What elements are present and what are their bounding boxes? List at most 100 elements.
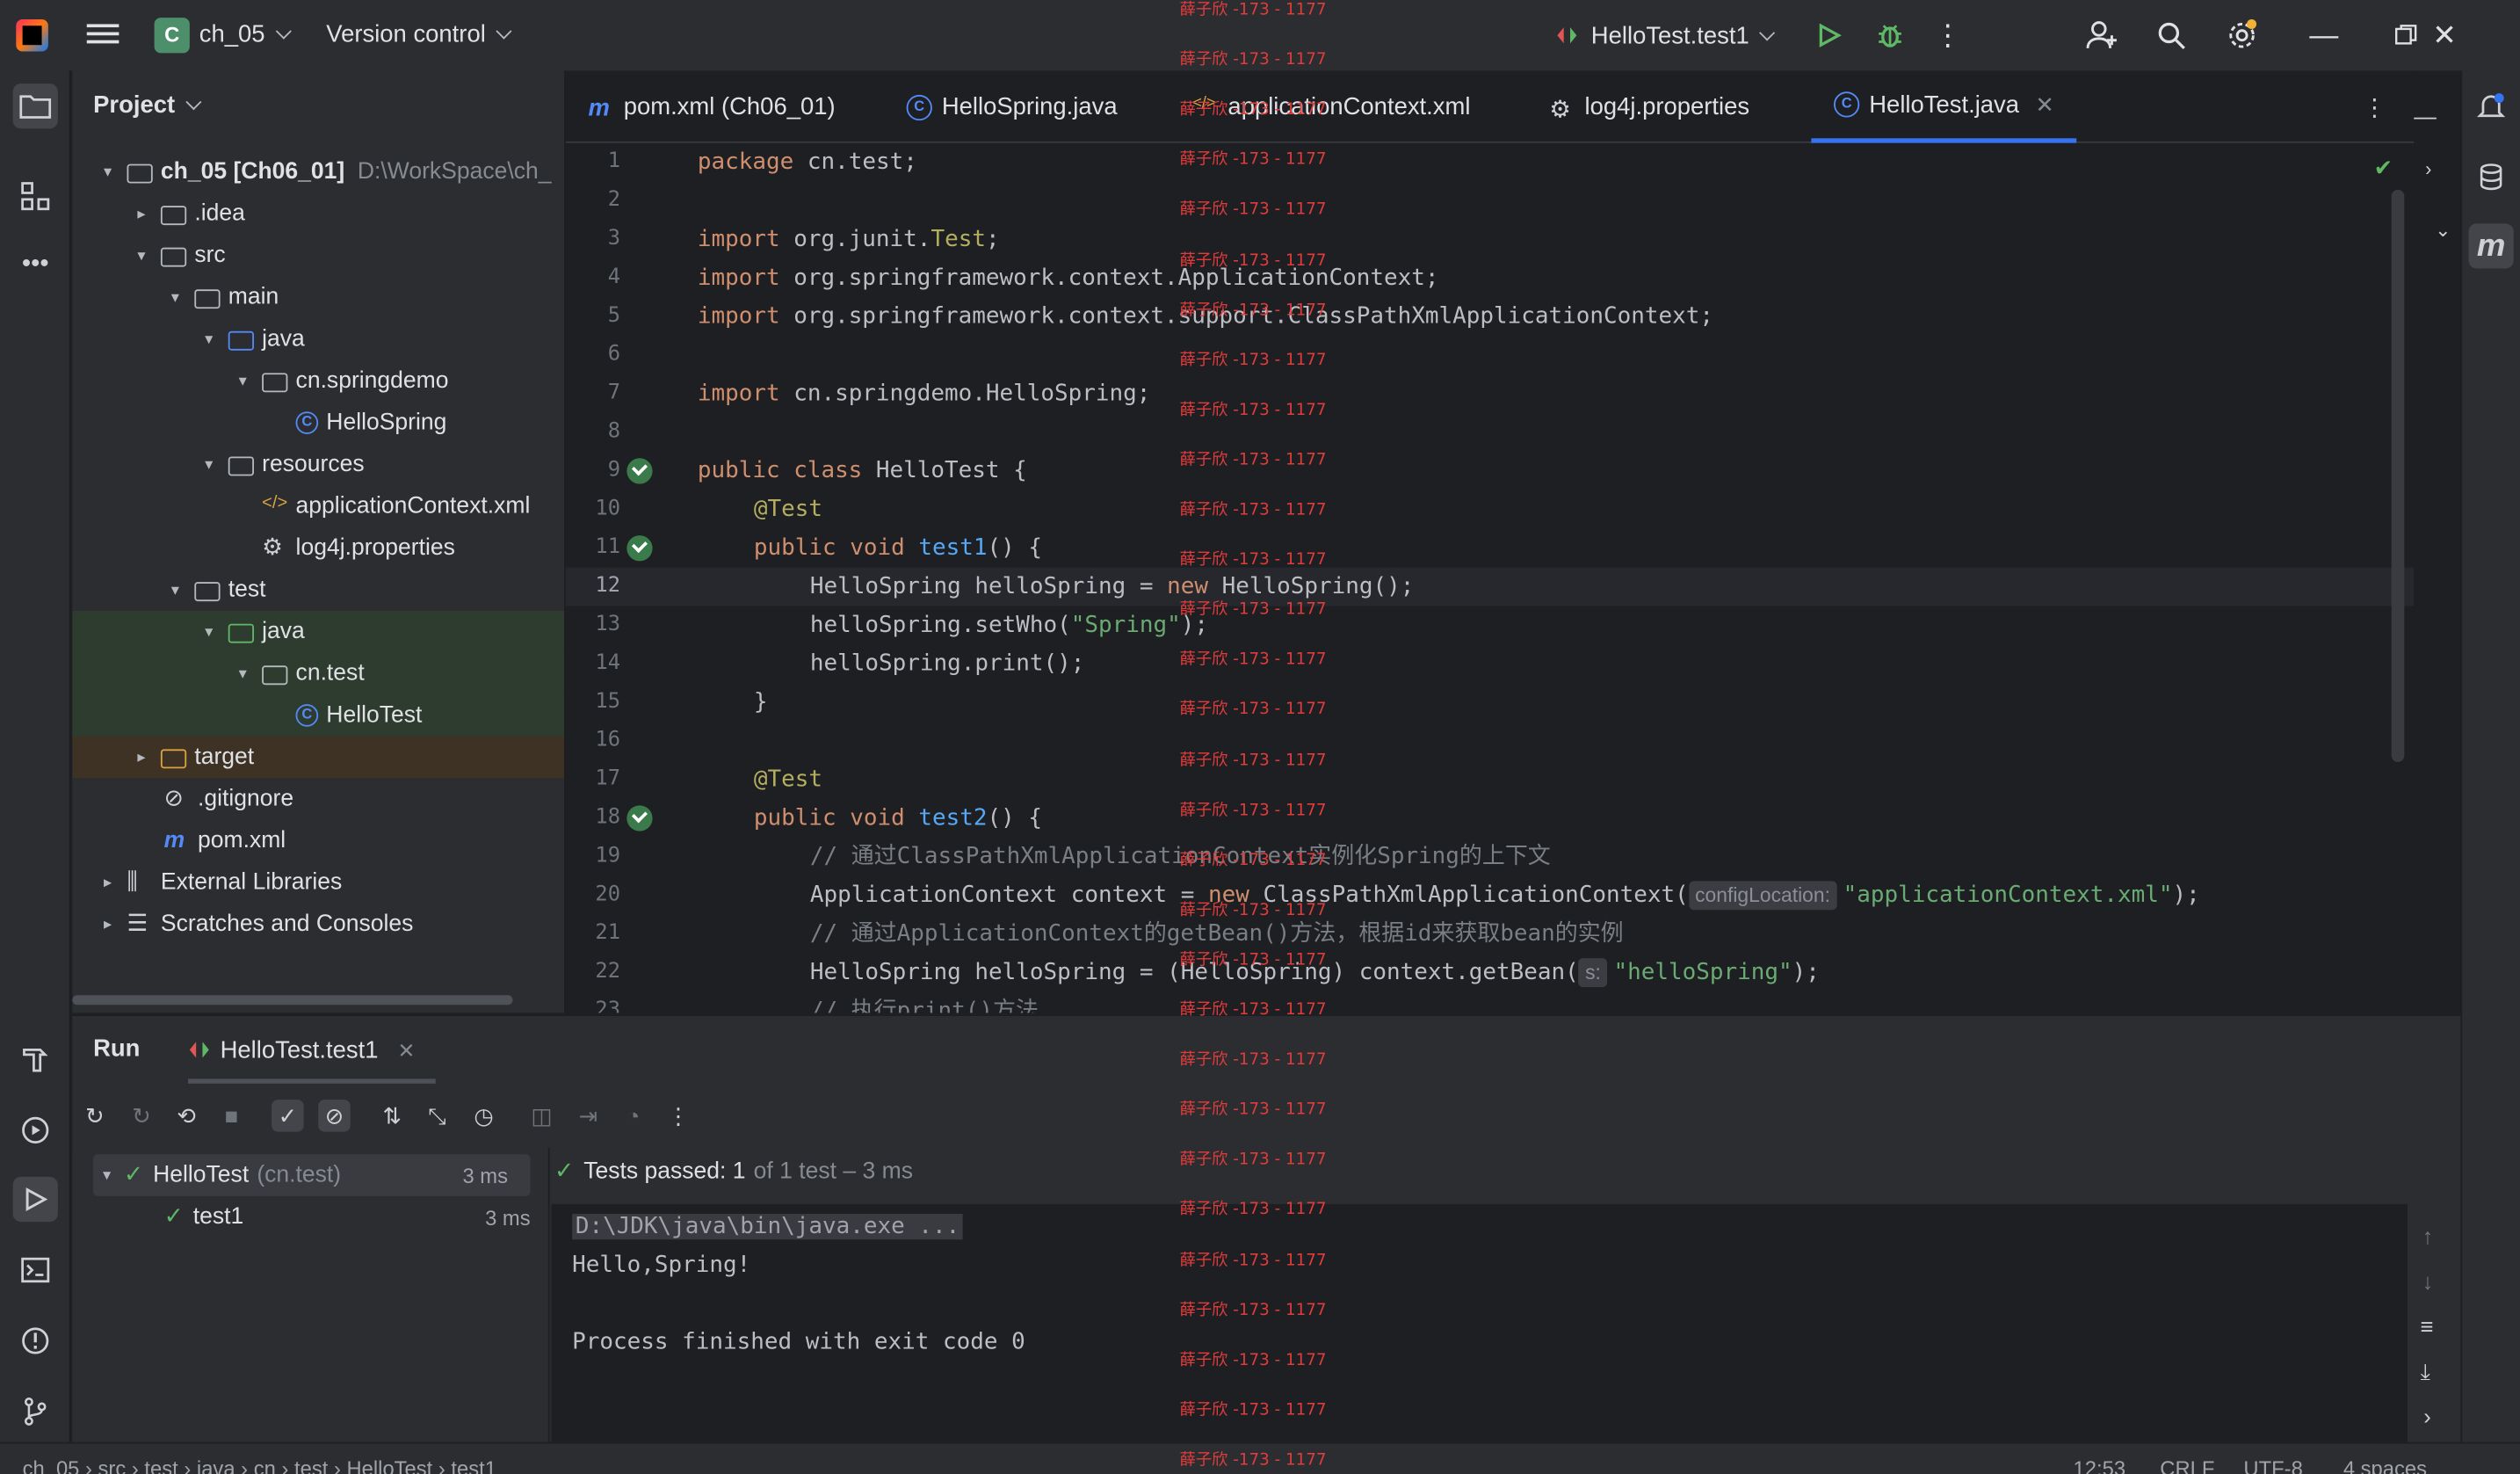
camera-icon[interactable]: ◫ (525, 1100, 558, 1132)
toggle-auto-test-icon[interactable]: ⟲ (170, 1100, 203, 1132)
more-options-icon[interactable]: ⋮ (663, 1100, 695, 1132)
tree-item-cn-springdemo[interactable]: ▾ cn.springdemo (72, 360, 564, 403)
breadcrumb-item[interactable]: test1 (451, 1456, 496, 1474)
settings-gear-icon[interactable] (2224, 18, 2259, 53)
breadcrumb-item[interactable]: HelloTest (346, 1456, 432, 1474)
project-panel-title[interactable]: Project (93, 91, 202, 119)
caret-position[interactable]: 12:53 (2074, 1456, 2126, 1474)
tab-pom[interactable]: m pom.xml (Ch06_01) (588, 70, 835, 142)
history-clock-icon[interactable]: ◷ (467, 1100, 500, 1132)
sort-icon[interactable]: ⇅ (376, 1100, 409, 1132)
breadcrumb-item[interactable]: cn (254, 1456, 276, 1474)
intellij-logo-icon[interactable] (16, 18, 48, 52)
run-tab[interactable]: HelloTest.test1 ✕ (188, 1035, 415, 1064)
tree-item-resources[interactable]: ▾ resources (72, 444, 564, 486)
test-row-test1[interactable]: ✓ test1 3 ms (164, 1196, 531, 1238)
breadcrumb-item[interactable]: ch_05 (23, 1456, 80, 1474)
tree-item-test[interactable]: ▾ test (72, 570, 564, 612)
tree-item-log4j[interactable]: ⚙ log4j.properties (72, 527, 564, 570)
minimize-panel-icon[interactable]: — (2414, 103, 2437, 128)
run-icon[interactable] (1811, 18, 1846, 53)
terminal-icon[interactable] (13, 1247, 58, 1292)
editor-scrollbar[interactable] (2391, 189, 2405, 762)
show-passed-icon[interactable]: ✓ (272, 1100, 304, 1132)
indent-setting[interactable]: 4 spaces (2343, 1456, 2427, 1474)
soft-wrap-icon[interactable]: ≡ (2421, 1313, 2434, 1339)
line-separator[interactable]: CRLF (2160, 1456, 2214, 1474)
git-branch-icon[interactable] (13, 1389, 58, 1434)
tab-hellotest[interactable]: C HelloTest.java ✕ (1811, 70, 2077, 143)
arrow-down-icon[interactable]: ↓ (2422, 1268, 2433, 1294)
close-tab-icon[interactable]: ✕ (398, 1039, 416, 1063)
more-tools-icon[interactable]: ••• (13, 243, 58, 287)
version-control-menu[interactable]: Version control (326, 21, 512, 48)
breadcrumb-item[interactable]: test (144, 1456, 177, 1474)
tab-options-icon[interactable]: ⋮ (2363, 70, 2386, 142)
structure-icon[interactable] (13, 174, 58, 219)
show-ignored-icon[interactable]: ⊘ (318, 1100, 351, 1132)
search-icon[interactable] (2154, 18, 2189, 53)
tree-item-main-java[interactable]: ▾ java (72, 318, 564, 360)
collapse-all-icon[interactable]: ⤡ (421, 1100, 453, 1132)
rerun-failed-icon[interactable]: ↻ (126, 1100, 158, 1132)
more-actions-icon[interactable]: ⋮ (1930, 18, 1966, 53)
code-editor[interactable]: 1 package cn.test; 2 3 import org.junit.Te… (565, 142, 2415, 1013)
project-scrollbar[interactable] (72, 995, 513, 1006)
tree-item-gitignore[interactable]: ⊘ .gitignore (72, 778, 564, 820)
tree-item-scratches[interactable]: ▸ ☰ Scratches and Consoles (72, 904, 564, 946)
run-gutter-icon[interactable] (626, 805, 653, 831)
import-tests-icon[interactable]: ⇥ (572, 1100, 605, 1132)
arrow-up-icon[interactable]: ↑ (2422, 1223, 2433, 1249)
stop-icon[interactable]: ■ (215, 1100, 248, 1132)
tab-log4j[interactable]: ⚙ log4j.properties (1549, 70, 1749, 142)
add-user-icon[interactable] (2084, 18, 2119, 53)
console-output[interactable]: D:\JDK\java\bin\java.exe ... Hello,Sprin… (551, 1203, 2408, 1444)
tree-item-target[interactable]: ▸ target (72, 736, 565, 779)
file-encoding[interactable]: UTF-8 (2243, 1456, 2302, 1474)
breadcrumb-item[interactable]: src (98, 1456, 127, 1474)
tree-item-test-java[interactable]: ▾ java (72, 611, 565, 653)
tree-item-pom[interactable]: m pom.xml (72, 820, 564, 862)
close-window-icon[interactable]: ✕ (2427, 18, 2462, 53)
breadcrumb-item[interactable]: test (294, 1456, 328, 1474)
close-tab-icon[interactable]: ✕ (2035, 91, 2053, 118)
chevron-right-icon[interactable]: › (2425, 157, 2431, 180)
run-config-selector[interactable]: HelloTest.test1 (1556, 21, 1776, 50)
breadcrumb-item[interactable]: java (197, 1456, 235, 1474)
database-icon[interactable] (2468, 155, 2513, 200)
tree-item-root[interactable]: ▾ ch_05 [Ch06_01] D:\WorkSpace\ch_ (72, 151, 564, 193)
services-icon[interactable] (13, 1107, 58, 1152)
no-problems-check-icon[interactable]: ✔ (2374, 155, 2393, 182)
debug-icon[interactable] (1872, 18, 1908, 53)
restore-icon[interactable] (2388, 18, 2423, 53)
minimize-icon[interactable]: — (2306, 18, 2342, 53)
coverage-icon[interactable]: ◔ (617, 1100, 649, 1132)
tree-item-src[interactable]: ▾ src (72, 235, 564, 277)
problems-icon[interactable] (13, 1318, 58, 1363)
run-tool-icon[interactable] (12, 1176, 58, 1223)
tree-item-hellotest[interactable]: C HelloTest (72, 694, 565, 737)
tree-item-cn-test[interactable]: ▾ cn.test (72, 652, 565, 695)
tree-item-idea[interactable]: ▸ .idea (72, 192, 564, 235)
project-switcher[interactable]: ch_05 (199, 21, 292, 48)
tree-item-external-libraries[interactable]: ▸ ⫼ External Libraries (72, 861, 564, 904)
run-gutter-icon[interactable] (626, 535, 653, 562)
run-gutter-icon[interactable] (626, 458, 653, 484)
project-badge[interactable]: C (154, 18, 190, 54)
tree-item-applicationcontext[interactable]: </> applicationContext.xml (72, 485, 564, 527)
tab-hellospring[interactable]: C HelloSpring.java (906, 70, 1118, 142)
test-row-hellotest[interactable]: ▾ ✓ HelloTest (cn.test) 3 ms (93, 1154, 531, 1196)
watermark-text: 薛子欣 -173 - 1177 (1179, 1, 1327, 19)
chevron-down-icon[interactable]: ⌄ (2435, 219, 2451, 242)
build-hammer-icon[interactable] (13, 1037, 58, 1082)
console-command[interactable]: D:\JDK\java\bin\java.exe ... (572, 1213, 963, 1240)
maven-icon[interactable]: m (2468, 223, 2514, 269)
rerun-icon[interactable]: ↻ (79, 1100, 112, 1132)
notifications-bell-icon[interactable] (2468, 84, 2513, 128)
tree-item-hellospring[interactable]: C HelloSpring (72, 402, 564, 444)
project-folder-icon[interactable] (12, 84, 58, 129)
tree-item-main[interactable]: ▾ main (72, 277, 564, 319)
scroll-to-end-icon[interactable]: ⤓ (2421, 1359, 2430, 1386)
chevron-right-icon[interactable]: › (2423, 1404, 2431, 1429)
main-menu-icon[interactable] (86, 19, 119, 52)
